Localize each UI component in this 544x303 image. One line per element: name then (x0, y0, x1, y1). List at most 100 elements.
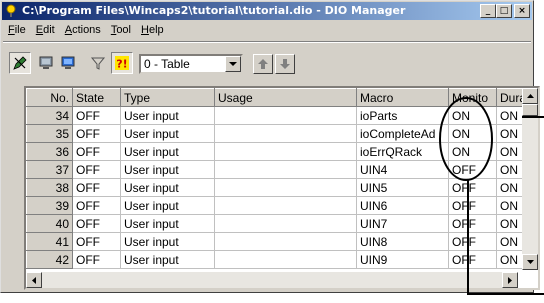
cell-monitor[interactable]: OFF (448, 178, 497, 197)
cell-usage[interactable] (214, 232, 357, 251)
vertical-scrollbar[interactable] (522, 88, 538, 270)
menu-file[interactable]: File (3, 22, 31, 39)
cell-usage[interactable] (214, 196, 357, 215)
cell-no[interactable]: 41 (26, 232, 73, 251)
io-monitor-button[interactable] (35, 52, 57, 74)
cell-macro[interactable]: UIN8 (356, 232, 449, 251)
scroll-right-button[interactable] (502, 272, 518, 288)
cell-type[interactable]: User input (120, 124, 215, 143)
cell-no[interactable]: 38 (26, 178, 73, 197)
cell-no[interactable]: 39 (26, 196, 73, 215)
cell-macro[interactable]: UIN5 (356, 178, 449, 197)
table-row[interactable]: 35 OFF User input ioCompleteAd ON ON (26, 124, 537, 143)
cell-macro[interactable]: UIN7 (356, 214, 449, 233)
move-down-button[interactable] (275, 54, 295, 74)
display-icon (61, 56, 75, 69)
display-button[interactable] (57, 52, 79, 74)
cell-macro[interactable]: ioParts (356, 106, 449, 125)
close-button[interactable]: × (514, 4, 530, 18)
menu-edit[interactable]: Edit (31, 22, 60, 39)
cell-state[interactable]: OFF (72, 124, 121, 143)
cell-monitor[interactable]: OFF (448, 196, 497, 215)
cell-state[interactable]: OFF (72, 160, 121, 179)
cell-monitor[interactable]: OFF (448, 160, 497, 179)
table-row[interactable]: 40 OFF User input UIN7 OFF ON (26, 214, 537, 233)
cell-type[interactable]: User input (120, 142, 215, 161)
table-row[interactable]: 38 OFF User input UIN5 OFF ON (26, 178, 537, 197)
vertical-scroll-thumb[interactable] (522, 104, 538, 116)
table-row[interactable]: 36 OFF User input ioErrQRack ON ON (26, 142, 537, 161)
col-header-state[interactable]: State (72, 88, 121, 107)
cell-monitor[interactable]: ON (448, 142, 497, 161)
cell-monitor[interactable]: OFF (448, 214, 497, 233)
cell-state[interactable]: OFF (72, 196, 121, 215)
cell-type[interactable]: User input (120, 106, 215, 125)
move-up-button[interactable] (253, 54, 273, 74)
title-bar[interactable]: C:\Program Files\Wincaps2\tutorial\tutor… (2, 2, 532, 20)
cell-usage[interactable] (214, 250, 357, 269)
minimize-button[interactable]: _ (480, 4, 496, 18)
cell-usage[interactable] (214, 124, 357, 143)
col-header-macro[interactable]: Macro (356, 88, 449, 107)
cell-no[interactable]: 37 (26, 160, 73, 179)
cell-no[interactable]: 36 (26, 142, 73, 161)
cell-no[interactable]: 35 (26, 124, 73, 143)
window-title: C:\Program Files\Wincaps2\tutorial\tutor… (22, 4, 406, 17)
col-header-monitor[interactable]: Monito (448, 88, 497, 107)
scroll-down-button[interactable] (522, 254, 538, 270)
cell-state[interactable]: OFF (72, 250, 121, 269)
header-row: No. State Type Usage Macro Monito Dura (26, 88, 537, 107)
cell-macro[interactable]: UIN9 (356, 250, 449, 269)
cell-monitor[interactable]: ON (448, 124, 497, 143)
cell-type[interactable]: User input (120, 232, 215, 251)
cell-usage[interactable] (214, 178, 357, 197)
app-icon (6, 4, 16, 17)
cell-usage[interactable] (214, 142, 357, 161)
alert-button[interactable]: ?! (111, 52, 133, 74)
cell-no[interactable]: 34 (26, 106, 73, 125)
menu-actions[interactable]: Actions (60, 22, 106, 39)
view-select[interactable]: 0 - Table (139, 54, 243, 74)
filter-button[interactable] (87, 52, 109, 74)
cell-no[interactable]: 40 (26, 214, 73, 233)
col-header-no[interactable]: No. (26, 88, 73, 107)
cell-monitor[interactable]: OFF (448, 232, 497, 251)
horizontal-scrollbar[interactable] (26, 272, 518, 288)
cell-macro[interactable]: ioErrQRack (356, 142, 449, 161)
cell-usage[interactable] (214, 160, 357, 179)
cell-macro[interactable]: UIN6 (356, 196, 449, 215)
edit-pen-icon (13, 56, 27, 70)
cell-state[interactable]: OFF (72, 178, 121, 197)
col-header-usage[interactable]: Usage (214, 88, 357, 107)
cell-monitor[interactable]: OFF (448, 250, 497, 269)
cell-state[interactable]: OFF (72, 214, 121, 233)
cell-state[interactable]: OFF (72, 232, 121, 251)
edit-mode-button[interactable] (9, 52, 31, 74)
table-row[interactable]: 37 OFF User input UIN4 OFF ON (26, 160, 537, 179)
cell-type[interactable]: User input (120, 196, 215, 215)
cell-type[interactable]: User input (120, 250, 215, 269)
cell-monitor[interactable]: ON (448, 106, 497, 125)
table-row[interactable]: 39 OFF User input UIN6 OFF ON (26, 196, 537, 215)
chevron-down-icon[interactable] (225, 56, 241, 72)
table-row[interactable]: 42 OFF User input UIN9 OFF ON (26, 250, 537, 269)
table-row[interactable]: 41 OFF User input UIN8 OFF ON (26, 232, 537, 251)
cell-usage[interactable] (214, 214, 357, 233)
cell-state[interactable]: OFF (72, 106, 121, 125)
cell-macro[interactable]: UIN4 (356, 160, 449, 179)
cell-macro[interactable]: ioCompleteAd (356, 124, 449, 143)
scroll-up-button[interactable] (522, 88, 538, 104)
menu-help[interactable]: Help (136, 22, 169, 39)
table-row[interactable]: 34 OFF User input ioParts ON ON (26, 106, 537, 125)
cell-type[interactable]: User input (120, 178, 215, 197)
cell-type[interactable]: User input (120, 214, 215, 233)
menu-tool[interactable]: Tool (106, 22, 136, 39)
col-header-type[interactable]: Type (120, 88, 215, 107)
cell-no[interactable]: 42 (26, 250, 73, 269)
filter-icon (90, 57, 106, 70)
cell-state[interactable]: OFF (72, 142, 121, 161)
cell-usage[interactable] (214, 106, 357, 125)
cell-type[interactable]: User input (120, 160, 215, 179)
scroll-left-button[interactable] (26, 272, 42, 288)
maximize-button[interactable]: □ (496, 4, 512, 18)
